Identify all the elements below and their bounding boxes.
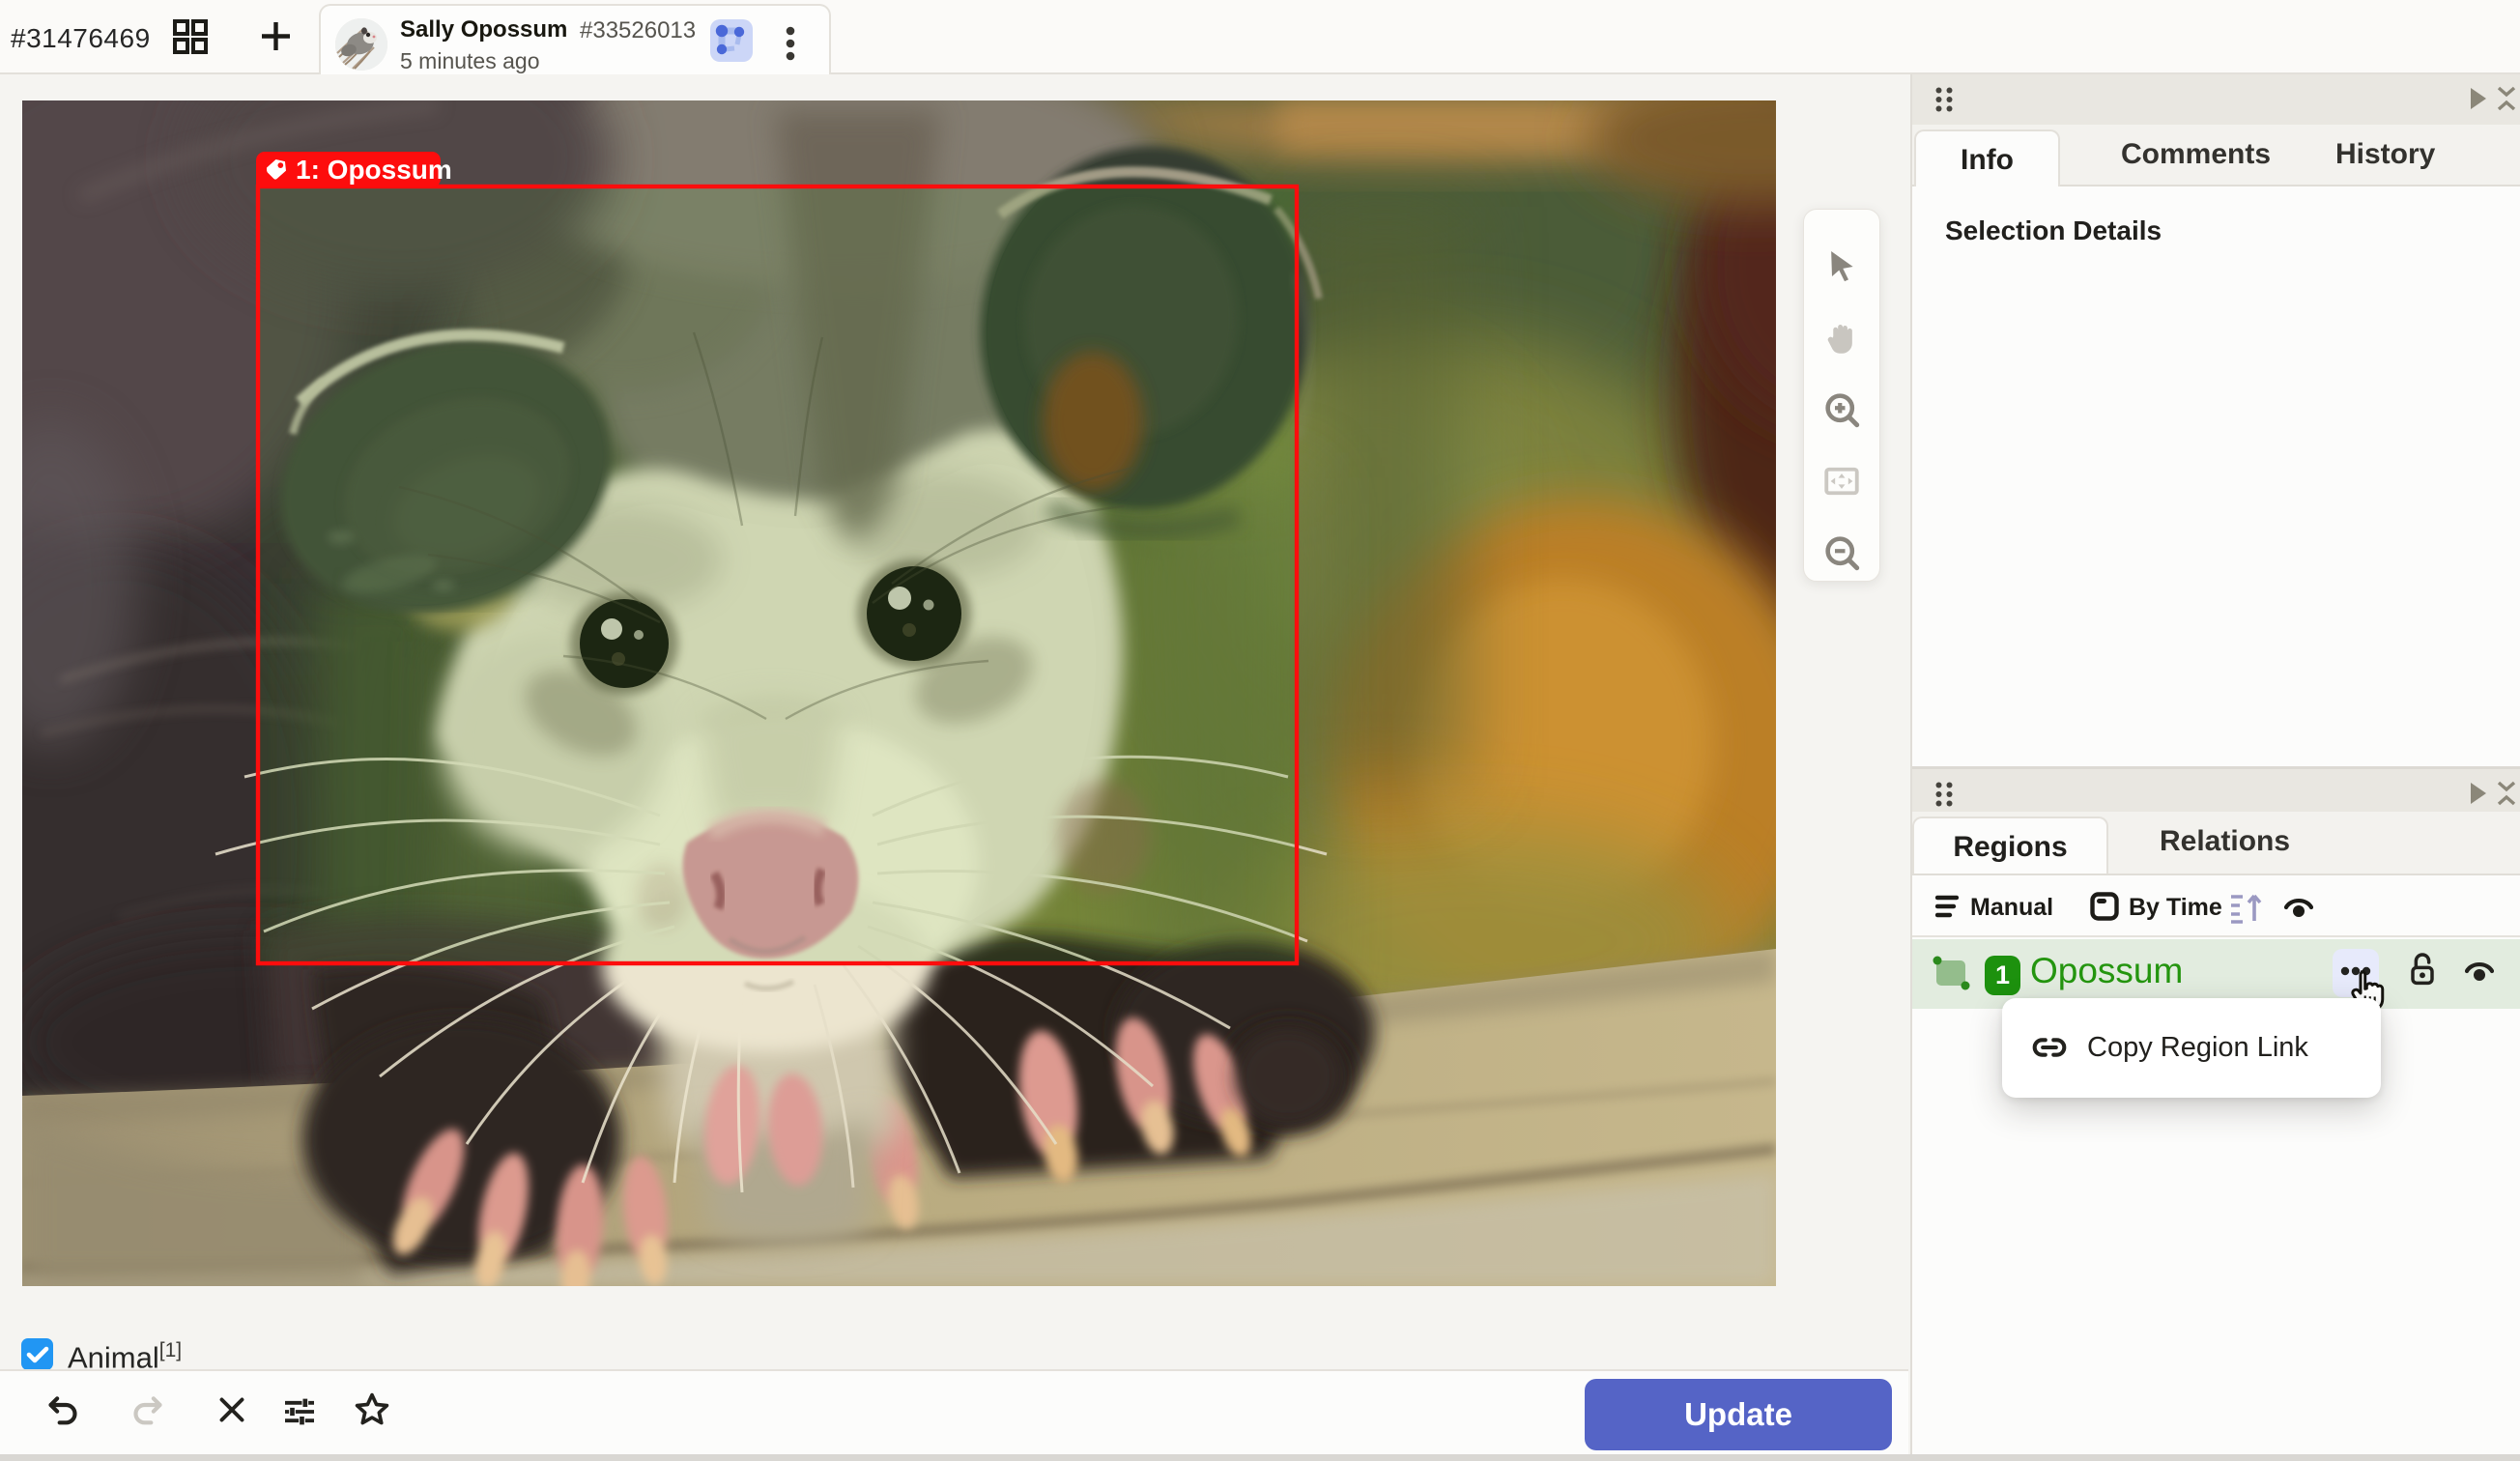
svg-text:1: Opossum: 1: Opossum — [296, 155, 452, 185]
